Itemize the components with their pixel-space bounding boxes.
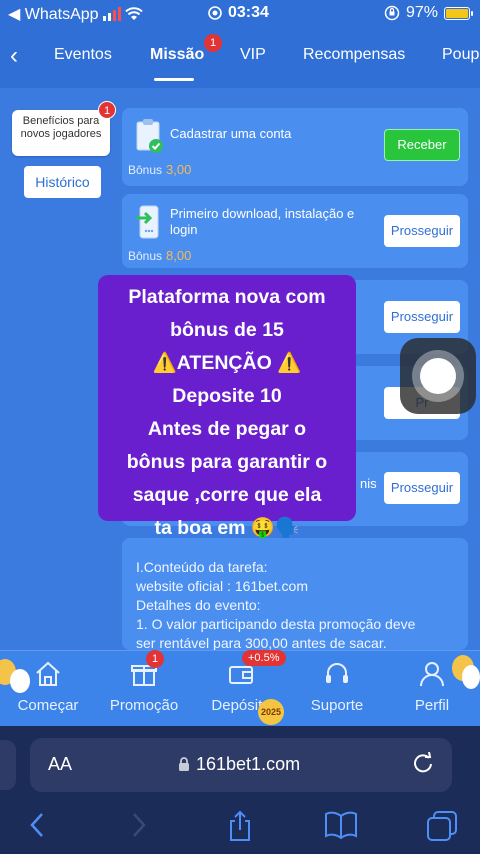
clipboard-check-icon xyxy=(136,119,163,153)
task-title: Cadastrar uma conta xyxy=(170,126,292,141)
clock: 03:34 xyxy=(228,4,269,21)
promo-line: bônus de 15 xyxy=(170,319,284,341)
nav-label: Suporte xyxy=(310,697,364,714)
tab-vip[interactable]: VIP xyxy=(240,46,266,64)
year-badge: 2025 xyxy=(258,699,284,725)
user-icon xyxy=(420,662,444,687)
share-icon[interactable] xyxy=(226,810,254,842)
nav-label: Promoção xyxy=(109,697,179,714)
recording-icon xyxy=(208,6,222,20)
nav-promocao[interactable]: Promoção xyxy=(104,659,184,714)
forward-icon[interactable] xyxy=(128,810,150,840)
status-bar: ◀ WhatsApp 03:34 97% xyxy=(0,0,480,26)
text-size-button[interactable]: AA xyxy=(48,754,72,775)
receive-button[interactable]: Receber xyxy=(384,129,460,161)
bonus-value: 3,00 xyxy=(166,162,192,177)
browser-toolbar: AA 161bet1.com xyxy=(0,726,480,854)
tab-eventos[interactable]: Eventos xyxy=(54,46,112,64)
battery-percent: 97% xyxy=(405,4,438,21)
balloon-decoration xyxy=(462,665,480,689)
sidebar-item-new-player-benefits[interactable]: Benefícios para novos jogadores xyxy=(12,110,110,156)
tab-bar: ‹ Eventos Missão 1 VIP Recompensas Poup xyxy=(0,26,480,88)
back-icon[interactable] xyxy=(26,810,48,840)
battery-icon xyxy=(444,6,473,20)
promo-line: ⚠️ATENÇÃO ⚠️ xyxy=(152,352,302,374)
benefit-label: Benefícios para novos jogadores xyxy=(20,115,102,140)
home-icon xyxy=(36,661,60,686)
promo-line: Antes de pegar o xyxy=(147,418,307,440)
benefit-badge: 1 xyxy=(98,101,116,119)
task-title-fragment: nis xyxy=(360,476,377,491)
bonus-value: 8,00 xyxy=(166,248,192,263)
orientation-lock-icon xyxy=(384,5,400,21)
assistive-touch-button[interactable] xyxy=(400,338,476,414)
promo-line: Deposite 10 xyxy=(172,385,282,407)
tab-missao-badge: 1 xyxy=(204,34,222,52)
task-bonus: Bônus 8,00 xyxy=(128,248,191,263)
wifi-icon xyxy=(124,7,143,20)
proceed-button[interactable]: Prosseguir xyxy=(384,215,460,247)
tab-missao[interactable]: Missão xyxy=(150,46,204,64)
description-details-heading: Detalhes do evento: xyxy=(136,597,261,613)
previous-tab-peek[interactable] xyxy=(0,740,16,790)
tab-recompensas[interactable]: Recompensas xyxy=(303,46,405,64)
task-card: Cadastrar uma conta Bônus 3,00 Receber xyxy=(122,108,468,186)
reload-icon[interactable] xyxy=(412,752,434,774)
nav-label: Perfil xyxy=(414,697,450,714)
nav-label: Começar xyxy=(17,697,79,714)
deposit-bonus-badge: +0.5% xyxy=(242,650,286,666)
address-bar[interactable]: AA 161bet1.com xyxy=(30,738,452,792)
description-site: website oficial : 161bet.com xyxy=(136,578,308,594)
promo-line: Plataforma nova com xyxy=(128,286,326,308)
description-line: ser rentável para 300,00 antes de sacar. xyxy=(136,635,387,650)
description-line: 1. O valor participando desta promoção d… xyxy=(136,616,416,632)
task-bonus: Bônus 3,00 xyxy=(128,162,191,177)
back-app-label[interactable]: ◀ WhatsApp xyxy=(8,4,99,24)
proceed-button[interactable]: Prosseguir xyxy=(384,472,460,504)
task-card: Primeiro download, instalação e login Bô… xyxy=(122,194,468,268)
promo-line: ta boa em 🤑🗣️ xyxy=(154,517,300,539)
lock-icon xyxy=(179,757,189,771)
bonus-label: Bônus xyxy=(128,249,163,263)
url-text: 161bet1.com xyxy=(196,754,301,774)
back-to-app[interactable]: ◀ WhatsApp xyxy=(8,4,143,24)
promo-line: bônus para garantir o xyxy=(126,451,328,473)
tab-poupanca[interactable]: Poup xyxy=(442,46,479,64)
app-bottom-nav: Começar Promoção Depósito Suporte Perfil… xyxy=(0,650,480,726)
active-tab-indicator xyxy=(154,78,194,81)
headset-icon xyxy=(326,663,348,683)
nav-suporte[interactable]: Suporte xyxy=(302,659,372,714)
description-heading: I.Conteúdo da tarefa: xyxy=(136,559,268,575)
back-chevron-icon[interactable]: ‹ xyxy=(10,42,18,70)
nav-perfil[interactable]: Perfil xyxy=(406,659,458,714)
promo-caption-overlay: Plataforma nova com bônus de 15 ⚠️ATENÇÃ… xyxy=(98,275,356,539)
tabs-icon[interactable] xyxy=(426,810,458,842)
promo-line: saque ,corre que ela xyxy=(132,484,322,506)
proceed-button[interactable]: Prosseguir xyxy=(384,301,460,333)
download-app-icon xyxy=(136,205,159,239)
promocao-badge: 1 xyxy=(146,650,164,668)
history-button[interactable]: Histórico xyxy=(24,166,101,198)
nav-comecar[interactable]: Começar xyxy=(14,659,82,714)
bonus-label: Bônus xyxy=(128,163,163,177)
task-title: Primeiro download, instalação e login xyxy=(170,206,355,237)
cellular-signal-icon xyxy=(102,7,121,21)
bookmarks-icon[interactable] xyxy=(324,810,358,840)
task-description: I.Conteúdo da tarefa: website oficial : … xyxy=(122,538,468,650)
